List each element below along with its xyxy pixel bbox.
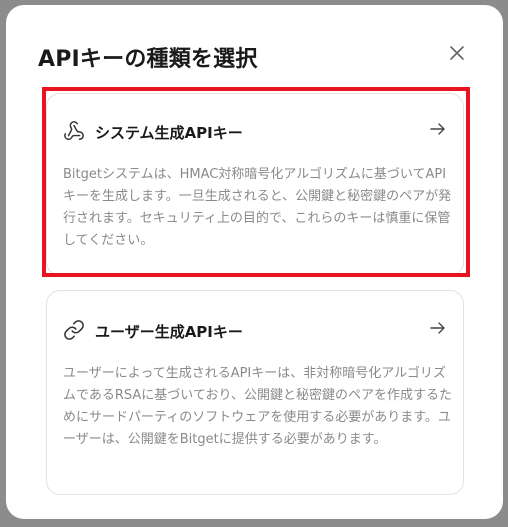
- option-title: ユーザー生成APIキー: [95, 323, 243, 341]
- system-generated-api-key-option[interactable]: システム生成APIキー Bitgetシステムは、HMAC対称暗号化アルゴリズムに…: [46, 93, 464, 276]
- close-icon[interactable]: [447, 43, 467, 63]
- option-description: Bitgetシステムは、HMAC対称暗号化アルゴリズムに基づいてAPIキーを生成…: [63, 167, 452, 248]
- option-title: システム生成APIキー: [95, 124, 243, 142]
- webhook-icon: [64, 121, 84, 140]
- link-icon: [64, 320, 84, 340]
- api-key-type-modal: APIキーの種類を選択 システム生成APIキー Bitgetシステムは、HMAC…: [6, 5, 503, 519]
- arrow-right-icon: [430, 322, 445, 334]
- user-generated-api-key-option[interactable]: ユーザー生成APIキー ユーザーによって生成されるAPIキーは、非対称暗号化アル…: [46, 290, 464, 495]
- modal-title: APIキーの種類を選択: [38, 47, 258, 72]
- arrow-right-icon: [430, 123, 445, 135]
- option-description: ユーザーによって生成されるAPIキーは、非対称暗号化アルゴリズムであるRSAに基…: [63, 366, 452, 447]
